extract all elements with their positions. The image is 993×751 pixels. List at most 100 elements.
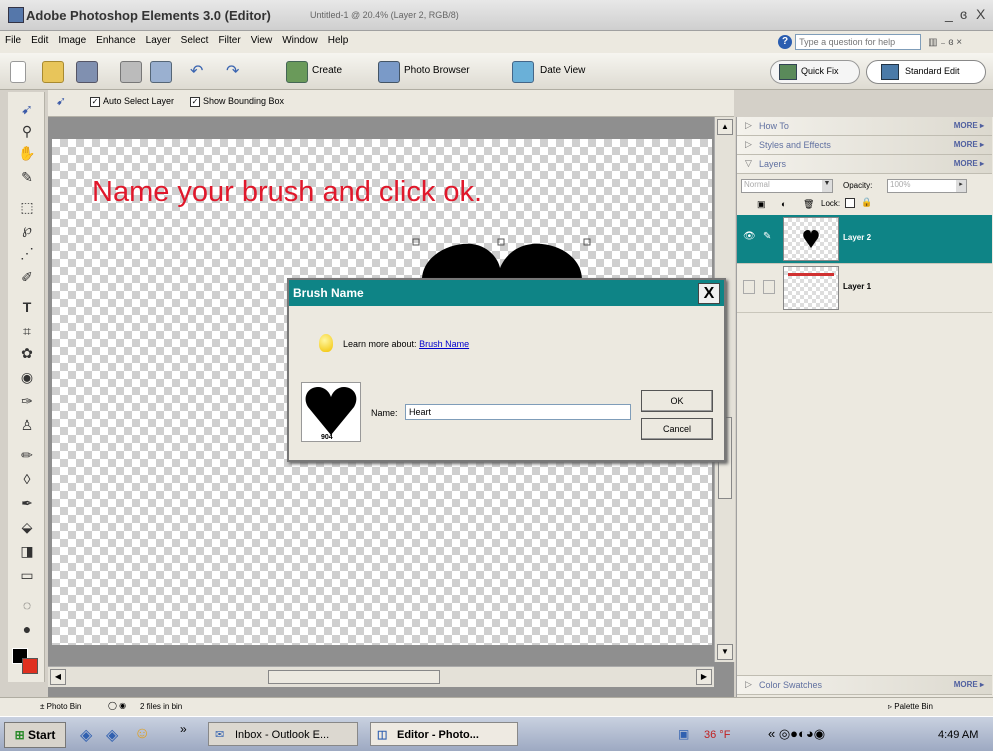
more-launch-icon[interactable]: » <box>180 722 187 736</box>
red-eye-tool-icon[interactable]: ◉ <box>18 368 36 386</box>
scroll-left-icon[interactable]: ◀ <box>50 669 66 685</box>
clone-stamp-tool-icon[interactable]: ♙ <box>18 416 36 434</box>
start-button[interactable]: ⊞ Start <box>4 722 66 748</box>
print-icon[interactable] <box>120 61 142 83</box>
open-file-icon[interactable] <box>42 61 64 83</box>
menu-filter[interactable]: Filter <box>213 31 245 50</box>
new-layer-icon[interactable]: ▣ <box>757 199 766 210</box>
dialog-title-bar[interactable]: Brush Name X <box>289 280 724 306</box>
scroll-right-icon[interactable]: ▶ <box>696 669 712 685</box>
help-icon[interactable]: ? <box>778 35 792 49</box>
layers-more-button[interactable]: MORE ▸ <box>954 159 984 168</box>
standard-edit-button[interactable]: Standard Edit <box>866 60 986 84</box>
scroll-down-icon[interactable]: ▼ <box>717 644 733 660</box>
minimize-button[interactable]: _ <box>945 6 953 22</box>
layer-row-layer-1[interactable]: Layer 1 <box>737 264 992 313</box>
layer-row-layer-2[interactable]: 👁 ✎ Layer 2 <box>737 215 992 264</box>
auto-select-layer-checkbox[interactable]: ✓ Auto Select Layer <box>90 96 174 107</box>
close-button[interactable]: X <box>976 6 985 22</box>
date-view-button[interactable]: Date View <box>540 65 585 76</box>
opacity-field[interactable]: 100% ▸ <box>887 179 967 193</box>
move-tool-icon[interactable]: ➹ <box>56 94 66 108</box>
create-icon[interactable] <box>286 61 308 83</box>
help-search-input[interactable] <box>795 34 922 50</box>
weather-icon[interactable]: ▣ <box>678 727 689 741</box>
menu-help[interactable]: Help <box>323 31 354 50</box>
layers-palette-header[interactable]: ▽ Layers MORE ▸ <box>737 155 992 174</box>
photo-browser-icon[interactable] <box>378 61 400 83</box>
menu-enhance[interactable]: Enhance <box>91 31 140 50</box>
online-services-icon[interactable] <box>150 61 172 83</box>
tray-icons[interactable]: « ◎●◐◕◉ <box>768 726 825 742</box>
blend-mode-select[interactable]: Normal ▼ <box>741 179 833 193</box>
eyedropper-tool-icon[interactable]: ✎ <box>18 168 36 186</box>
create-button[interactable]: Create <box>312 65 342 76</box>
healing-brush-tool-icon[interactable]: ✑ <box>18 392 36 410</box>
brush-link-icon[interactable]: ✎ <box>763 231 771 242</box>
trash-icon[interactable]: 🗑 <box>803 199 814 210</box>
hand-tool-icon[interactable]: ✋ <box>18 144 36 162</box>
selection-brush-tool-icon[interactable]: ✐ <box>18 268 36 286</box>
palette-bin-toggle[interactable]: ▹ Palette Bin <box>888 702 933 711</box>
link-toggle[interactable] <box>763 280 775 294</box>
lock-transparency-icon[interactable] <box>845 198 855 208</box>
how-to-more-button[interactable]: MORE ▸ <box>954 121 984 130</box>
eraser-tool-icon[interactable]: ◊ <box>18 470 36 488</box>
menu-layer[interactable]: Layer <box>141 31 176 50</box>
pencil-tool-icon[interactable]: ✏ <box>18 446 36 464</box>
restore-button[interactable]: ɞ <box>960 6 967 22</box>
cancel-button[interactable]: Cancel <box>641 418 713 440</box>
menu-select[interactable]: Select <box>176 31 214 50</box>
styles-palette-header[interactable]: ▷ Styles and Effects MORE ▸ <box>737 136 992 155</box>
menu-file[interactable]: File <box>0 31 26 50</box>
shape-tool-icon[interactable]: ▭ <box>18 566 36 584</box>
brush-name-help-link[interactable]: Brush Name <box>419 339 469 349</box>
paint-bucket-tool-icon[interactable]: ⬙ <box>18 518 36 536</box>
color-swatches-palette-header[interactable]: ▷ Color Swatches MORE ▸ <box>737 675 992 695</box>
crop-tool-icon[interactable]: ⌗ <box>18 322 36 340</box>
adjustment-layer-icon[interactable]: ◐ <box>781 199 786 209</box>
quick-launch-icon[interactable]: ◈ <box>80 725 92 745</box>
sponge-tool-icon[interactable]: ● <box>18 620 36 638</box>
mdi-controls-icon[interactable]: ▥ ₋ ɞ × <box>928 37 962 48</box>
dialog-close-button[interactable]: X <box>698 283 720 304</box>
menu-image[interactable]: Image <box>53 31 91 50</box>
save-icon[interactable] <box>76 61 98 83</box>
date-view-icon[interactable] <box>512 61 534 83</box>
quick-launch-icon[interactable]: ☺ <box>134 725 150 743</box>
lasso-tool-icon[interactable]: ℘ <box>18 220 36 238</box>
styles-more-button[interactable]: MORE ▸ <box>954 140 984 149</box>
taskbar-outlook[interactable]: ✉ Inbox - Outlook E... <box>208 722 358 746</box>
ok-button[interactable]: OK <box>641 390 713 412</box>
scroll-up-icon[interactable]: ▲ <box>717 119 733 135</box>
blur-tool-icon[interactable]: ◌ <box>18 596 36 614</box>
brush-name-input[interactable] <box>405 404 631 420</box>
horizontal-scrollbar[interactable]: ◀ ▶ <box>48 666 714 687</box>
move-tool-icon[interactable]: ➹ <box>18 100 36 118</box>
gradient-tool-icon[interactable]: ◨ <box>18 542 36 560</box>
type-tool-icon[interactable]: T <box>18 298 36 316</box>
menu-window[interactable]: Window <box>277 31 323 50</box>
how-to-palette-header[interactable]: ▷ How To MORE ▸ <box>737 117 992 136</box>
lock-icon[interactable]: 🔒 <box>861 197 872 208</box>
eye-icon[interactable]: 👁 <box>743 231 756 242</box>
bin-nav-icon[interactable]: ◯ ◉ <box>108 701 126 710</box>
redo-icon[interactable]: ↷ <box>226 61 246 81</box>
brush-tool-icon[interactable]: ✒ <box>18 494 36 512</box>
show-bounding-box-checkbox[interactable]: ✓ Show Bounding Box <box>190 96 284 107</box>
cookie-cutter-tool-icon[interactable]: ✿ <box>18 344 36 362</box>
magic-wand-tool-icon[interactable]: ⋰ <box>18 244 36 262</box>
quick-fix-button[interactable]: Quick Fix <box>770 60 860 84</box>
quick-launch-icon[interactable]: ◈ <box>106 725 118 745</box>
new-file-icon[interactable] <box>10 61 26 83</box>
undo-icon[interactable]: ↶ <box>190 61 210 81</box>
swatches-more-button[interactable]: MORE ▸ <box>954 680 984 689</box>
menu-view[interactable]: View <box>246 31 278 50</box>
photo-bin-toggle[interactable]: ± Photo Bin <box>40 702 81 711</box>
photo-browser-button[interactable]: Photo Browser <box>404 65 470 76</box>
background-color-swatch[interactable] <box>22 658 38 674</box>
menu-edit[interactable]: Edit <box>26 31 53 50</box>
horizontal-scroll-thumb[interactable] <box>268 670 440 684</box>
visibility-toggle[interactable] <box>743 280 755 294</box>
marquee-tool-icon[interactable]: ⬚ <box>18 198 36 216</box>
